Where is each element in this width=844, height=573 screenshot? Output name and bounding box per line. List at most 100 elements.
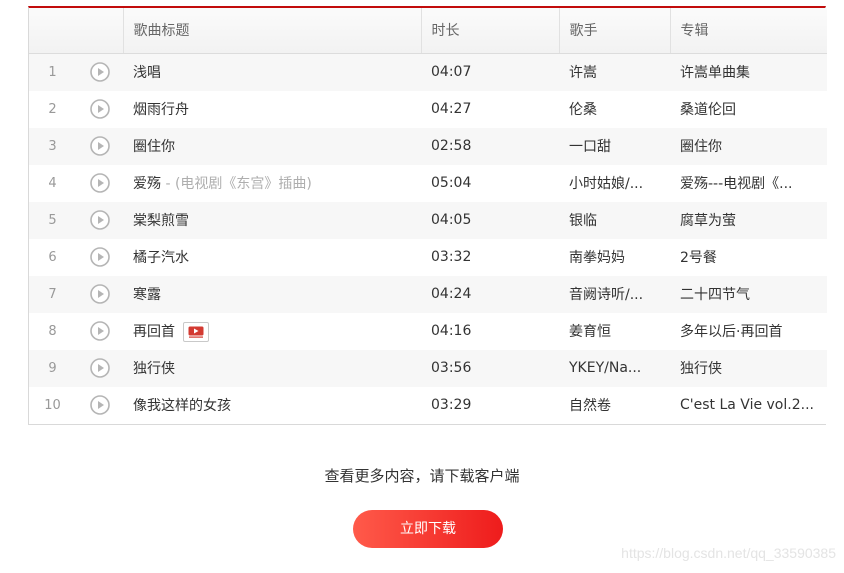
song-title-cell[interactable]: 爱殇 - (电视剧《东宫》插曲) — [123, 164, 421, 202]
download-prompt-text: 查看更多内容，请下载客户端 — [324, 467, 520, 485]
song-alias: - (电视剧《东宫》插曲) — [161, 176, 312, 192]
song-title-cell[interactable]: 浅唱 — [123, 53, 421, 91]
song-title-cell[interactable]: 寒露 — [123, 275, 421, 313]
song-album[interactable]: 二十四节气 — [670, 275, 827, 313]
song-artist[interactable]: 许嵩 — [559, 53, 670, 91]
play-icon[interactable] — [89, 173, 110, 193]
song-duration: 04:05 — [421, 201, 559, 239]
watermark-text: https://blog.csdn.net/qq_33590385 — [621, 545, 836, 561]
song-duration: 03:56 — [421, 349, 559, 387]
table-row[interactable]: 6 橘子汽水 03:32 南拳妈妈 2号餐 — [29, 238, 827, 276]
song-title[interactable]: 橘子汽水 — [133, 250, 189, 266]
table-row[interactable]: 8 再回首 04:16 姜育恒 多年以后·再回首 — [29, 312, 827, 350]
play-button-cell[interactable] — [76, 349, 123, 387]
song-artist[interactable]: 南拳妈妈 — [559, 238, 670, 276]
play-icon[interactable] — [89, 284, 110, 304]
song-album[interactable]: 爱殇---电视剧《... — [670, 164, 827, 202]
song-title-cell[interactable]: 圈住你 — [123, 127, 421, 165]
header-artist: 歌手 — [558, 8, 670, 54]
play-button-cell[interactable] — [76, 312, 123, 350]
play-button-cell[interactable] — [76, 53, 123, 91]
song-title[interactable]: 寒露 — [133, 287, 161, 303]
song-artist[interactable]: 自然卷 — [559, 386, 670, 424]
song-title[interactable]: 爱殇 — [133, 176, 161, 192]
song-title-cell[interactable]: 独行侠 — [123, 349, 421, 387]
song-artist[interactable]: 一口甜 — [559, 127, 670, 165]
song-title[interactable]: 烟雨行舟 — [133, 102, 189, 118]
song-title-cell[interactable]: 再回首 — [123, 312, 421, 350]
table-row[interactable]: 4 爱殇 - (电视剧《东宫》插曲) 05:04 小时姑娘/... 爱殇---电… — [29, 164, 827, 202]
play-button-cell[interactable] — [76, 238, 123, 276]
song-title-cell[interactable]: 橘子汽水 — [123, 238, 421, 276]
song-duration: 02:58 — [421, 127, 559, 165]
song-duration: 05:04 — [421, 164, 559, 202]
play-button-cell[interactable] — [76, 275, 123, 313]
song-artist[interactable]: 姜育恒 — [559, 312, 670, 350]
table-row[interactable]: 3 圈住你 02:58 一口甜 圈住你 — [29, 127, 827, 165]
song-album[interactable]: 2号餐 — [670, 238, 827, 276]
song-album[interactable]: 多年以后·再回首 — [670, 312, 827, 350]
header-duration: 时长 — [420, 8, 559, 54]
download-button[interactable]: 立即下载 — [353, 510, 503, 548]
table-row[interactable]: 9 独行侠 03:56 YKEY/Na... 独行侠 — [29, 349, 827, 387]
song-title-cell[interactable]: 烟雨行舟 — [123, 90, 421, 128]
song-album[interactable]: 腐草为萤 — [670, 201, 827, 239]
table-row[interactable]: 7 寒露 04:24 音阙诗听/... 二十四节气 — [29, 275, 827, 313]
song-index: 8 — [29, 312, 76, 350]
song-duration: 03:29 — [421, 386, 559, 424]
table-row[interactable]: 5 棠梨煎雪 04:05 银临 腐草为萤 — [29, 201, 827, 239]
song-index: 5 — [29, 201, 76, 239]
play-icon[interactable] — [89, 62, 110, 82]
song-title-cell[interactable]: 棠梨煎雪 — [123, 201, 421, 239]
play-icon[interactable] — [89, 321, 110, 341]
song-album[interactable]: C'est La Vie vol.2... — [670, 386, 827, 424]
page: 歌曲标题 时长 歌手 专辑 1 浅唱 04:07 许嵩 许嵩单曲集 2 烟雨行舟… — [0, 0, 844, 573]
table-row[interactable]: 2 烟雨行舟 04:27 伦桑 桑道伦回 — [29, 90, 827, 128]
play-button-cell[interactable] — [76, 386, 123, 424]
song-artist[interactable]: 小时姑娘/... — [559, 164, 670, 202]
song-index: 1 — [29, 53, 76, 91]
table-row[interactable]: 10 像我这样的女孩 03:29 自然卷 C'est La Vie vol.2.… — [29, 386, 827, 424]
song-artist[interactable]: 伦桑 — [559, 90, 670, 128]
play-button-cell[interactable] — [76, 90, 123, 128]
play-button-cell[interactable] — [76, 164, 123, 202]
play-button-cell[interactable] — [76, 201, 123, 239]
play-icon[interactable] — [89, 136, 110, 156]
play-icon[interactable] — [89, 395, 110, 415]
song-album[interactable]: 许嵩单曲集 — [670, 53, 827, 91]
song-duration: 04:07 — [421, 53, 559, 91]
play-icon[interactable] — [89, 99, 110, 119]
table-header: 歌曲标题 时长 歌手 专辑 — [29, 8, 827, 54]
song-duration: 04:24 — [421, 275, 559, 313]
song-title[interactable]: 圈住你 — [133, 139, 175, 155]
song-duration: 03:32 — [421, 238, 559, 276]
song-album[interactable]: 独行侠 — [670, 349, 827, 387]
song-album[interactable]: 桑道伦回 — [670, 90, 827, 128]
song-artist[interactable]: 银临 — [559, 201, 670, 239]
song-index: 10 — [29, 386, 76, 424]
song-title-cell[interactable]: 像我这样的女孩 — [123, 386, 421, 424]
song-artist[interactable]: 音阙诗听/... — [559, 275, 670, 313]
song-artist[interactable]: YKEY/Na... — [559, 349, 670, 387]
song-title[interactable]: 再回首 — [133, 324, 175, 340]
table-body: 1 浅唱 04:07 许嵩 许嵩单曲集 2 烟雨行舟 04:27 伦桑 桑道伦回… — [29, 53, 827, 424]
song-index: 2 — [29, 90, 76, 128]
play-button-cell[interactable] — [76, 127, 123, 165]
song-index: 4 — [29, 164, 76, 202]
header-album: 专辑 — [669, 8, 827, 54]
song-index: 7 — [29, 275, 76, 313]
song-title[interactable]: 像我这样的女孩 — [133, 398, 231, 414]
song-title[interactable]: 棠梨煎雪 — [133, 213, 189, 229]
play-icon[interactable] — [89, 247, 110, 267]
mv-icon[interactable] — [183, 321, 210, 342]
song-list-table: 歌曲标题 时长 歌手 专辑 1 浅唱 04:07 许嵩 许嵩单曲集 2 烟雨行舟… — [28, 6, 827, 425]
song-duration: 04:27 — [421, 90, 559, 128]
song-title[interactable]: 浅唱 — [133, 65, 161, 81]
play-icon[interactable] — [89, 210, 110, 230]
song-album[interactable]: 圈住你 — [670, 127, 827, 165]
song-index: 9 — [29, 349, 76, 387]
table-row[interactable]: 1 浅唱 04:07 许嵩 许嵩单曲集 — [29, 53, 827, 91]
song-index: 3 — [29, 127, 76, 165]
song-title[interactable]: 独行侠 — [133, 361, 175, 377]
play-icon[interactable] — [89, 358, 110, 378]
